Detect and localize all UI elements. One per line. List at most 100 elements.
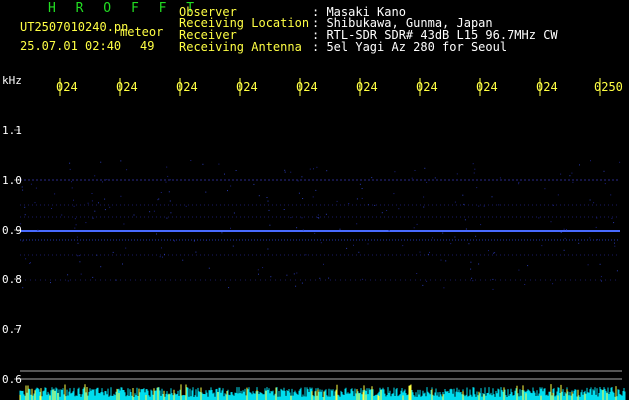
noise-speck — [518, 269, 520, 271]
x-tick-label: 0250 — [594, 80, 623, 94]
noise-speck — [235, 170, 237, 171]
noise-speck — [283, 209, 285, 210]
noise-speck — [494, 252, 496, 253]
noise-speck — [312, 196, 314, 198]
noise-speck — [427, 253, 429, 255]
noise-speck — [230, 185, 232, 187]
noise-speck — [454, 236, 456, 238]
noise-speck — [195, 251, 197, 253]
noise-speck — [290, 171, 292, 173]
noise-speck — [78, 255, 80, 257]
noise-speck — [589, 199, 591, 201]
noise-speck — [579, 164, 580, 166]
noise-speck — [77, 242, 79, 244]
noise-speck — [492, 278, 494, 280]
noise-speck — [166, 166, 168, 168]
noise-speck — [22, 240, 24, 242]
noise-speck — [362, 278, 364, 280]
x-tick-label: 024 — [176, 80, 198, 94]
noise-speck — [301, 282, 303, 284]
noise-speck — [69, 168, 71, 170]
noise-speck — [267, 248, 269, 250]
noise-speck — [301, 217, 303, 219]
noise-speck — [262, 267, 264, 269]
noise-speck — [302, 229, 304, 231]
noise-speck — [423, 196, 425, 198]
x-tick-label: 024 — [356, 80, 378, 94]
noise-speck — [54, 193, 56, 195]
noise-speck — [30, 183, 32, 185]
noise-speck — [414, 170, 416, 171]
noise-speck — [106, 179, 108, 181]
noise-speck — [230, 227, 231, 229]
noise-speck — [498, 204, 500, 206]
noise-speck — [499, 177, 501, 179]
noise-speck — [174, 240, 175, 242]
noise-speck — [593, 202, 595, 204]
noise-speck — [478, 263, 480, 265]
noise-speck — [79, 261, 81, 263]
noise-speck — [253, 183, 255, 185]
noise-speck — [356, 223, 358, 225]
noise-speck — [166, 217, 168, 219]
noise-speck — [320, 242, 322, 244]
noise-speck — [224, 173, 225, 175]
y-tick-label: 0.9 — [2, 224, 22, 237]
noise-speck — [208, 267, 210, 269]
noise-speck — [371, 177, 373, 179]
noise-speck — [470, 268, 472, 270]
noise-speck — [595, 226, 597, 228]
noise-speck — [104, 198, 106, 200]
noise-speck — [616, 270, 618, 272]
noise-speck — [87, 202, 89, 204]
noise-speck — [393, 193, 395, 195]
noise-speck — [228, 287, 230, 289]
noise-speck — [92, 276, 94, 278]
noise-speck — [563, 249, 565, 251]
noise-speck — [218, 163, 220, 165]
noise-speck — [160, 192, 162, 193]
noise-speck — [67, 274, 69, 276]
noise-speck — [600, 276, 602, 278]
noise-speck — [462, 194, 464, 196]
noise-speck — [158, 198, 160, 200]
noise-speck — [24, 214, 26, 216]
noise-speck — [611, 217, 613, 219]
noise-speck — [488, 250, 489, 252]
noise-speck — [233, 212, 235, 214]
noise-speck — [305, 254, 307, 256]
noise-speck — [346, 247, 348, 249]
noise-speck — [353, 244, 354, 246]
noise-speck — [492, 288, 494, 290]
noise-speck — [361, 197, 363, 199]
noise-speck — [104, 209, 106, 211]
noise-speck — [164, 253, 165, 255]
noise-speck — [557, 194, 559, 196]
noise-speck — [126, 169, 128, 171]
noise-speck — [153, 210, 155, 212]
noise-speck — [569, 175, 571, 177]
noise-speck — [550, 221, 552, 223]
noise-speck — [463, 203, 465, 205]
noise-speck — [560, 232, 562, 233]
noise-speck — [411, 177, 413, 179]
noise-speck — [94, 210, 96, 212]
noise-speck — [317, 214, 319, 216]
noise-speck — [563, 228, 565, 230]
noise-speck — [301, 176, 303, 178]
noise-speck — [619, 161, 621, 163]
noise-speck — [69, 162, 71, 164]
x-tick-label: 024 — [416, 80, 438, 94]
noise-speck — [205, 240, 207, 241]
noise-speck — [98, 202, 99, 204]
noise-speck — [120, 195, 122, 197]
noise-speck — [169, 200, 171, 202]
noise-speck — [454, 201, 456, 203]
noise-speck — [604, 183, 606, 185]
noise-speck — [232, 245, 234, 247]
noise-speck — [323, 263, 324, 265]
noise-speck — [603, 170, 605, 172]
noise-speck — [402, 245, 404, 247]
noise-speck — [295, 285, 297, 287]
noise-speck — [24, 206, 26, 208]
